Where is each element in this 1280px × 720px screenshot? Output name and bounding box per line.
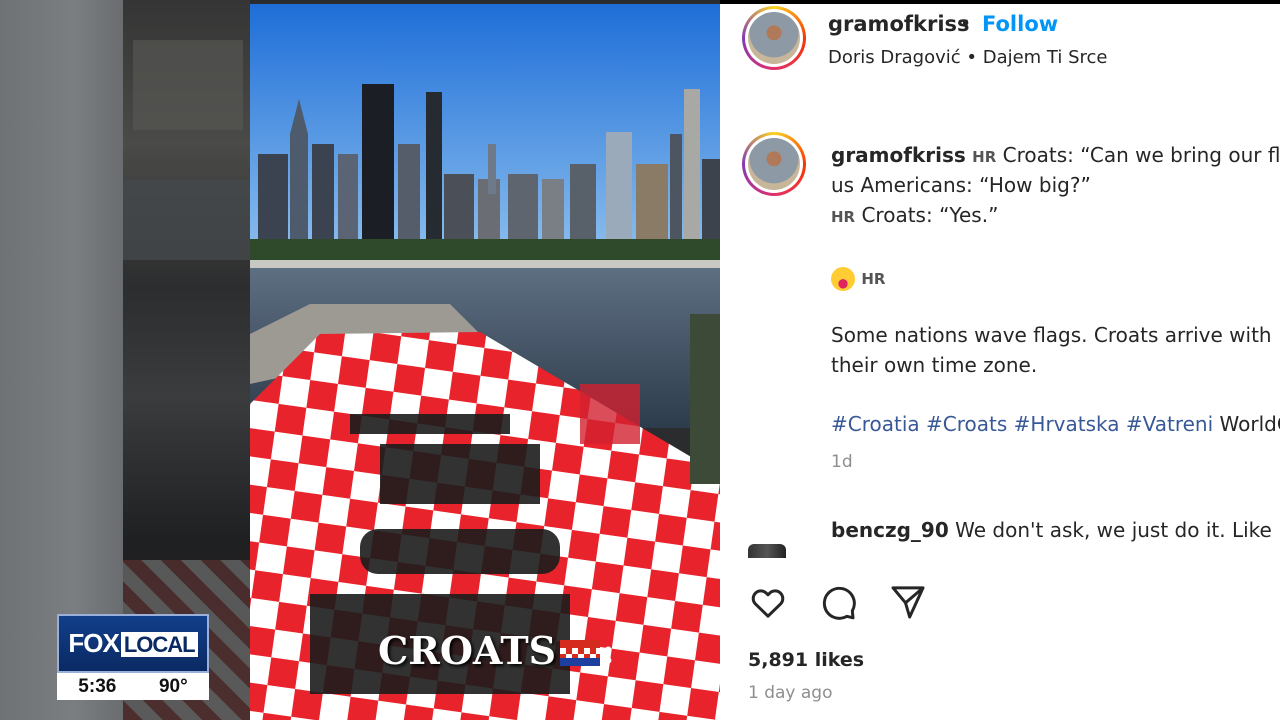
fox-local-bug: FOX LOCAL 5:36 90° bbox=[57, 614, 209, 702]
reel-video[interactable] bbox=[250, 4, 720, 720]
local-logo-text: LOCAL bbox=[120, 632, 198, 657]
hashtag-link[interactable]: #Croatia bbox=[831, 412, 920, 436]
media-area: CROATS : bbox=[0, 0, 720, 720]
like-count[interactable]: 5,891 likes bbox=[748, 649, 864, 671]
broadcast-temperature: 90° bbox=[158, 675, 188, 697]
caption-timestamp[interactable]: 1d bbox=[831, 452, 853, 472]
action-bar bbox=[748, 582, 928, 622]
croatia-flag-icon bbox=[560, 640, 600, 666]
broadcast-time: 5:36 bbox=[78, 675, 117, 697]
hashtag-link[interactable]: #Croats bbox=[926, 412, 1007, 436]
background-blur-video bbox=[123, 0, 250, 720]
caption-text-1: Croats: “Can we bring our fla bbox=[1002, 143, 1280, 167]
follow-button[interactable]: Follow bbox=[982, 12, 1058, 36]
post-time-ago: 1 day ago bbox=[748, 683, 833, 703]
video-caption: CROATS bbox=[378, 628, 557, 673]
video-caption-suffix: : bbox=[602, 632, 615, 672]
hashtag-link[interactable]: #Vatreni bbox=[1126, 412, 1213, 436]
hr-flag-icon: HR bbox=[861, 270, 886, 288]
fox-logo-text: FOX bbox=[68, 628, 119, 658]
share-icon[interactable] bbox=[888, 582, 928, 622]
hashtag-line: #Croatia #Croats #Hrvatska #Vatreni Worl… bbox=[831, 409, 1280, 439]
fox-time-temp: 5:36 90° bbox=[57, 673, 209, 700]
commenter-avatar[interactable] bbox=[748, 544, 786, 558]
fox-local-logo: FOX LOCAL bbox=[57, 614, 209, 673]
caption-line-3: HR Croats: “Yes.” bbox=[831, 200, 998, 232]
laughing-emoji-icon bbox=[831, 266, 855, 291]
comment-icon[interactable] bbox=[818, 582, 858, 622]
caption-line-4: HR bbox=[831, 262, 885, 294]
author-avatar[interactable] bbox=[742, 6, 806, 70]
hr-flag-icon: HR bbox=[831, 208, 856, 226]
caption-avatar[interactable] bbox=[742, 132, 806, 196]
header-separator: • bbox=[960, 13, 972, 35]
caption-line-5: Some nations wave flags. Croats arrive w… bbox=[831, 323, 1272, 347]
comment-item: benczg_90 We don't ask, we just do it. L… bbox=[831, 518, 1280, 542]
caption-line-6: their own time zone. bbox=[831, 353, 1038, 377]
caption-line-1: gramofkriss HR Croats: “Can we bring our… bbox=[831, 140, 1280, 172]
heart-icon[interactable] bbox=[748, 582, 788, 622]
comment-text: We don't ask, we just do it. Like I bbox=[955, 518, 1280, 542]
audio-track[interactable]: Doris Dragović • Dajem Ti Srce bbox=[828, 47, 1108, 68]
post-panel: gramofkriss • Follow Doris Dragović • Da… bbox=[720, 4, 1280, 720]
caption-username[interactable]: gramofkriss bbox=[831, 143, 966, 167]
caption-text-3: Croats: “Yes.” bbox=[861, 203, 999, 227]
video-frame bbox=[250, 4, 720, 720]
background-blur-left bbox=[0, 0, 123, 720]
comment-username[interactable]: benczg_90 bbox=[831, 518, 949, 542]
hashtag-link[interactable]: #Hrvatska bbox=[1014, 412, 1120, 436]
caption-line-2: us Americans: “How big?” bbox=[831, 173, 1091, 197]
author-username[interactable]: gramofkriss bbox=[828, 12, 970, 36]
hr-flag-icon: HR bbox=[972, 148, 997, 166]
hashtag-tail: WorldC bbox=[1219, 412, 1280, 436]
